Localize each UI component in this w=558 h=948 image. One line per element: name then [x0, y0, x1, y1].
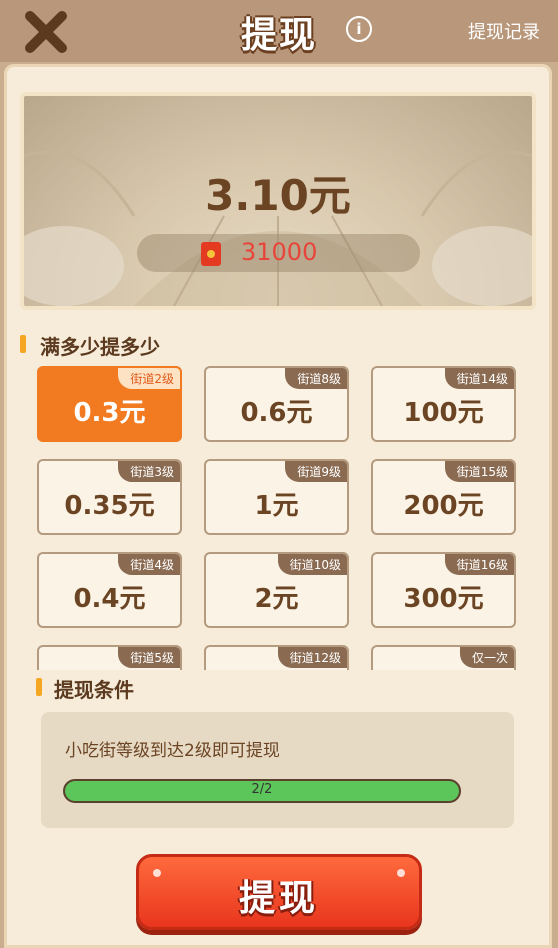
tier-option[interactable]: 街道5级	[37, 645, 182, 670]
tier-level-tag: 街道14级	[444, 368, 514, 389]
condition-box: 小吃街等级到达2级即可提现 2/2	[41, 712, 514, 828]
tier-amount: 200元	[403, 491, 484, 521]
tier-amount: 0.3元	[73, 398, 146, 428]
withdraw-button[interactable]: 提现	[136, 854, 422, 930]
tier-level-tag: 街道3级	[118, 461, 180, 482]
tier-option[interactable]: 街道10级 2元	[204, 552, 349, 628]
tier-amount: 300元	[403, 584, 484, 614]
withdraw-records-link[interactable]: 提现记录	[468, 18, 540, 44]
tier-level-tag: 仅一次	[459, 647, 514, 668]
tier-level-tag: 街道2级	[118, 368, 180, 389]
condition-text: 小吃街等级到达2级即可提现	[65, 741, 280, 761]
tier-amount: 0.4元	[73, 584, 146, 614]
condition-section-title: 提现条件	[54, 678, 134, 702]
tier-option[interactable]: 街道8级 0.6元	[204, 366, 349, 442]
tier-level-tag: 街道12级	[277, 647, 347, 668]
balance-amount: 3.10元	[205, 171, 351, 220]
section-marker	[20, 335, 26, 353]
tier-option[interactable]: 街道3级 0.35元	[37, 459, 182, 535]
header-bar: 提现 i 提现记录	[0, 0, 558, 62]
tier-level-tag: 街道15级	[444, 461, 514, 482]
info-icon[interactable]: i	[346, 16, 372, 42]
red-packet-icon	[201, 242, 221, 266]
tier-option[interactable]: 仅一次	[371, 645, 516, 670]
coin-balance: 31000	[137, 234, 420, 272]
tier-grid[interactable]: 街道2级 0.3元 街道8级 0.6元 街道14级 100元街道3级 0.35元 街道9级 1元…	[4, 362, 552, 670]
tier-level-tag: 街道5级	[118, 647, 180, 668]
tier-option[interactable]: 街道12级	[204, 645, 349, 670]
level-progress-bar: 2/2	[63, 779, 461, 803]
tier-level-tag: 街道4级	[118, 554, 180, 575]
withdraw-button-label: 提现	[238, 878, 319, 919]
tier-option[interactable]: 街道9级 1元	[204, 459, 349, 535]
tier-level-tag: 街道9级	[285, 461, 347, 482]
progress-label: 2/2	[251, 782, 273, 797]
tier-level-tag: 街道8级	[285, 368, 347, 389]
tier-amount: 0.35元	[64, 491, 155, 521]
tier-level-tag: 街道10级	[277, 554, 347, 575]
tier-option[interactable]: 街道15级 200元	[371, 459, 516, 535]
tier-amount: 1元	[254, 491, 299, 521]
tier-option[interactable]: 街道16级 300元	[371, 552, 516, 628]
tier-option[interactable]: 街道2级 0.3元	[37, 366, 182, 442]
tier-level-tag: 街道16级	[444, 554, 514, 575]
tier-amount: 0.6元	[240, 398, 313, 428]
tier-option[interactable]: 街道4级 0.4元	[37, 552, 182, 628]
tier-amount: 2元	[254, 584, 299, 614]
coin-count: 31000	[241, 238, 318, 266]
tier-option[interactable]: 街道14级 100元	[371, 366, 516, 442]
tiers-section-title: 满多少提多少	[40, 335, 160, 359]
section-marker	[36, 678, 42, 696]
tier-amount: 100元	[403, 398, 484, 428]
balance-card: 3.10元 31000	[20, 92, 536, 310]
